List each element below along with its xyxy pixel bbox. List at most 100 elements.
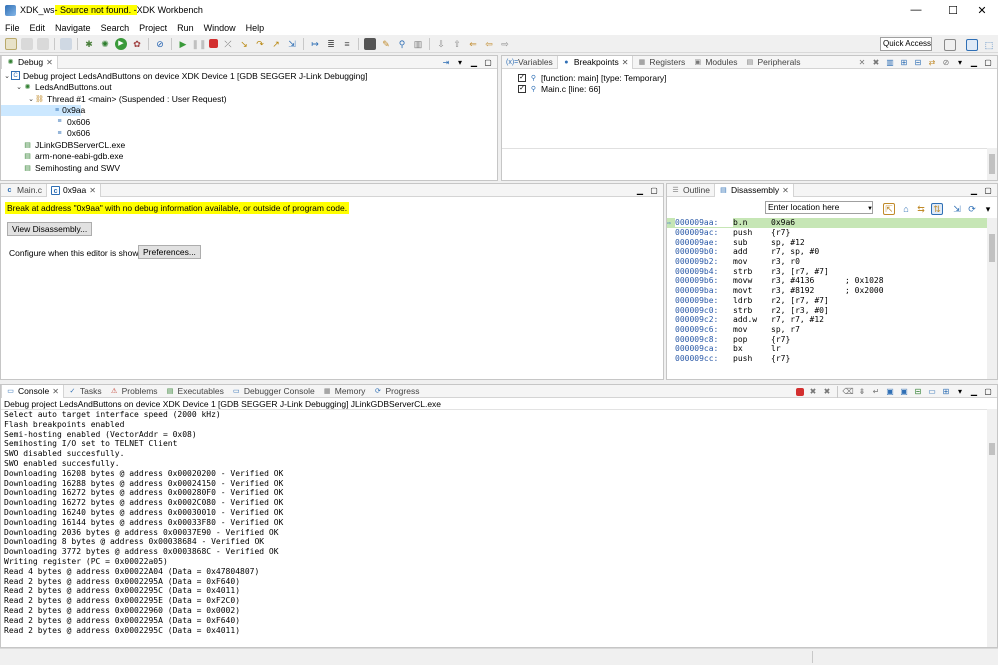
tab-console[interactable]: ▭ Console ✕ (1, 385, 64, 398)
disassembly-row[interactable]: ⇨ 000009aa: b.n 0x9a6 (667, 218, 987, 228)
disassembly-row[interactable]: 000009b2: mov r3, r0 (667, 257, 987, 267)
step-return-icon[interactable]: ↗ (270, 38, 282, 50)
tab-tasks[interactable]: ✓ Tasks (64, 385, 106, 398)
view-menu-icon[interactable]: ▾ (955, 387, 965, 397)
collapse-all-icon[interactable]: ⊟ (913, 58, 923, 68)
tab-disassembly[interactable]: ▤ Disassembly ✕ (713, 184, 794, 197)
location-input[interactable]: Enter location here (765, 201, 873, 214)
tab-progress[interactable]: ⟳ Progress (369, 385, 423, 398)
maximize-view-icon[interactable]: ▢ (649, 186, 659, 196)
word-wrap-icon[interactable]: ↵ (871, 387, 881, 397)
minimize-view-icon[interactable]: ▁ (969, 58, 979, 68)
disassembly-row[interactable]: 000009b6: movw r3, #4136 ; 0x1028 (667, 276, 987, 286)
disassembly-row[interactable]: 000009cc: push {r7} (667, 354, 987, 364)
cpp-perspective-icon[interactable]: ⬚ (983, 39, 995, 51)
menu-window[interactable]: Window (199, 23, 241, 33)
maximize-view-icon[interactable]: ▢ (983, 58, 993, 68)
step-into-icon[interactable]: ↘ (238, 38, 250, 50)
tab-debug[interactable]: ✺ Debug ✕ (1, 56, 58, 69)
maximize-view-icon[interactable]: ▢ (483, 58, 493, 68)
tree-row-thread[interactable]: ⌄ ⛓ Thread #1 <main> (Suspended : User R… (1, 93, 497, 105)
skip-breakpoints-icon[interactable]: ⊘ (154, 38, 166, 50)
breakpoints-scrollbar[interactable] (987, 148, 997, 180)
go-to-location-icon[interactable]: ⇱ (883, 203, 895, 215)
close-button[interactable]: ✕ (966, 0, 998, 20)
menu-help[interactable]: Help (241, 23, 270, 33)
breakpoint-item[interactable]: ✓ ⚲ Main.c [line: 66] (502, 84, 997, 96)
collapse-arrow-icon[interactable]: ⌄ (3, 72, 11, 80)
resume-icon[interactable]: ▶ (177, 38, 189, 50)
terminate-icon[interactable] (209, 39, 218, 48)
disassembly-row[interactable]: 000009be: ldrb r2, [r7, #7] (667, 296, 987, 306)
suspend-icon[interactable]: ❚❚ (191, 38, 206, 50)
collapse-all-icon[interactable]: ⇥ (441, 58, 451, 68)
tree-row-frame[interactable]: ≡ 0x606 (1, 128, 497, 140)
open-type-icon[interactable]: ✎ (380, 38, 392, 50)
tree-row-launch[interactable]: ⌄ C Debug project LedsAndButtons on devi… (1, 70, 497, 82)
search-icon[interactable]: ⚲ (396, 38, 408, 50)
close-tab-icon[interactable]: ✕ (622, 58, 629, 67)
tab-breakpoints[interactable]: ● Breakpoints ✕ (556, 56, 634, 69)
quick-access-field[interactable]: Quick Access (880, 37, 932, 51)
open-console-icon[interactable]: ⊞ (941, 387, 951, 397)
use-step-filters-icon[interactable]: ↦ (309, 38, 321, 50)
remove-all-terminated-icon[interactable]: ✖ (822, 387, 832, 397)
next-annotation-icon[interactable]: ⇩ (435, 38, 447, 50)
collapse-arrow-icon[interactable]: ⌄ (27, 95, 35, 103)
back-icon[interactable]: ⇦ (483, 38, 495, 50)
preferences-button[interactable]: Preferences... (138, 245, 201, 259)
tab-modules[interactable]: ▣ Modules (689, 56, 741, 69)
tree-row-process[interactable]: ▤ arm-none-eabi-gdb.exe (1, 151, 497, 163)
minimize-view-icon[interactable]: ▁ (469, 58, 479, 68)
debug-icon[interactable]: ✺ (99, 38, 111, 50)
console-icon[interactable]: ≣ (325, 38, 337, 50)
scroll-thumb[interactable] (989, 234, 995, 262)
tree-row-frame[interactable]: ≡ 0x606 (1, 116, 497, 128)
disconnect-icon[interactable]: ⤫ (222, 38, 234, 50)
maximize-button[interactable]: ☐ (937, 0, 969, 20)
disassembly-row[interactable]: 000009b4: strb r3, [r7, #7] (667, 266, 987, 276)
clear-console-icon[interactable]: ⌫ (842, 387, 853, 397)
tab-variables[interactable]: (x)= Variables (502, 56, 557, 69)
tab-executables[interactable]: ▤ Executables (162, 385, 228, 398)
instruction-stepping-icon[interactable]: ⇲ (286, 38, 298, 50)
disassembly-scrollbar[interactable] (987, 218, 997, 379)
menu-run[interactable]: Run (172, 23, 199, 33)
remove-all-breakpoints-icon[interactable]: ✖ (871, 58, 881, 68)
link-with-view-icon[interactable]: ⇄ (927, 58, 937, 68)
breakpoint-checkbox[interactable]: ✓ (518, 85, 526, 94)
registers-icon[interactable]: ≡ (341, 38, 353, 50)
close-tab-icon[interactable]: ✕ (782, 186, 789, 195)
terminate-icon[interactable] (796, 387, 804, 396)
disassembly-row[interactable]: 000009b0: add r7, sp, #0 (667, 247, 987, 257)
tab-debugger-console[interactable]: ▭ Debugger Console (228, 385, 319, 398)
console-output[interactable]: Select auto target interface speed (2000… (4, 410, 983, 635)
minimize-view-icon[interactable]: ▁ (969, 387, 979, 397)
remove-launch-icon[interactable]: ✖ (808, 387, 818, 397)
menu-navigate[interactable]: Navigate (50, 23, 96, 33)
maximize-view-icon[interactable]: ▢ (983, 387, 993, 397)
tab-problems[interactable]: ⚠ Problems (106, 385, 162, 398)
view-menu-icon[interactable]: ▾ (982, 203, 994, 215)
disassembly-row[interactable]: 000009ca: bx lr (667, 344, 987, 354)
last-edit-location-icon[interactable]: ⇐ (467, 38, 479, 50)
close-tab-icon[interactable]: ✕ (89, 186, 96, 195)
prev-annotation-icon[interactable]: ⇧ (451, 38, 463, 50)
close-tab-icon[interactable]: ✕ (46, 58, 53, 67)
view-menu-icon[interactable]: ▾ (455, 58, 465, 68)
minimize-view-icon[interactable]: ▁ (635, 186, 645, 196)
minimize-view-icon[interactable]: ▁ (969, 186, 979, 196)
save-icon[interactable] (21, 37, 33, 50)
scroll-lock-icon[interactable]: ⇟ (857, 387, 867, 397)
disassembly-row[interactable]: 000009ba: movt r3, #8192 ; 0x2000 (667, 286, 987, 296)
perspective-icon[interactable] (944, 39, 956, 51)
menu-file[interactable]: File (0, 23, 25, 33)
show-source-icon[interactable]: ⇅ (931, 203, 943, 215)
menu-edit[interactable]: Edit (25, 23, 51, 33)
display-console-icon[interactable]: ▭ (927, 387, 937, 397)
tab-peripherals[interactable]: ▤ Peripherals (741, 56, 804, 69)
tree-row-process[interactable]: ▤ JLinkGDBServerCL.exe (1, 139, 497, 151)
step-over-icon[interactable]: ↷ (254, 38, 266, 50)
export-icon[interactable]: ⇲ (951, 203, 963, 215)
collapse-arrow-icon[interactable]: ⌄ (15, 83, 23, 91)
